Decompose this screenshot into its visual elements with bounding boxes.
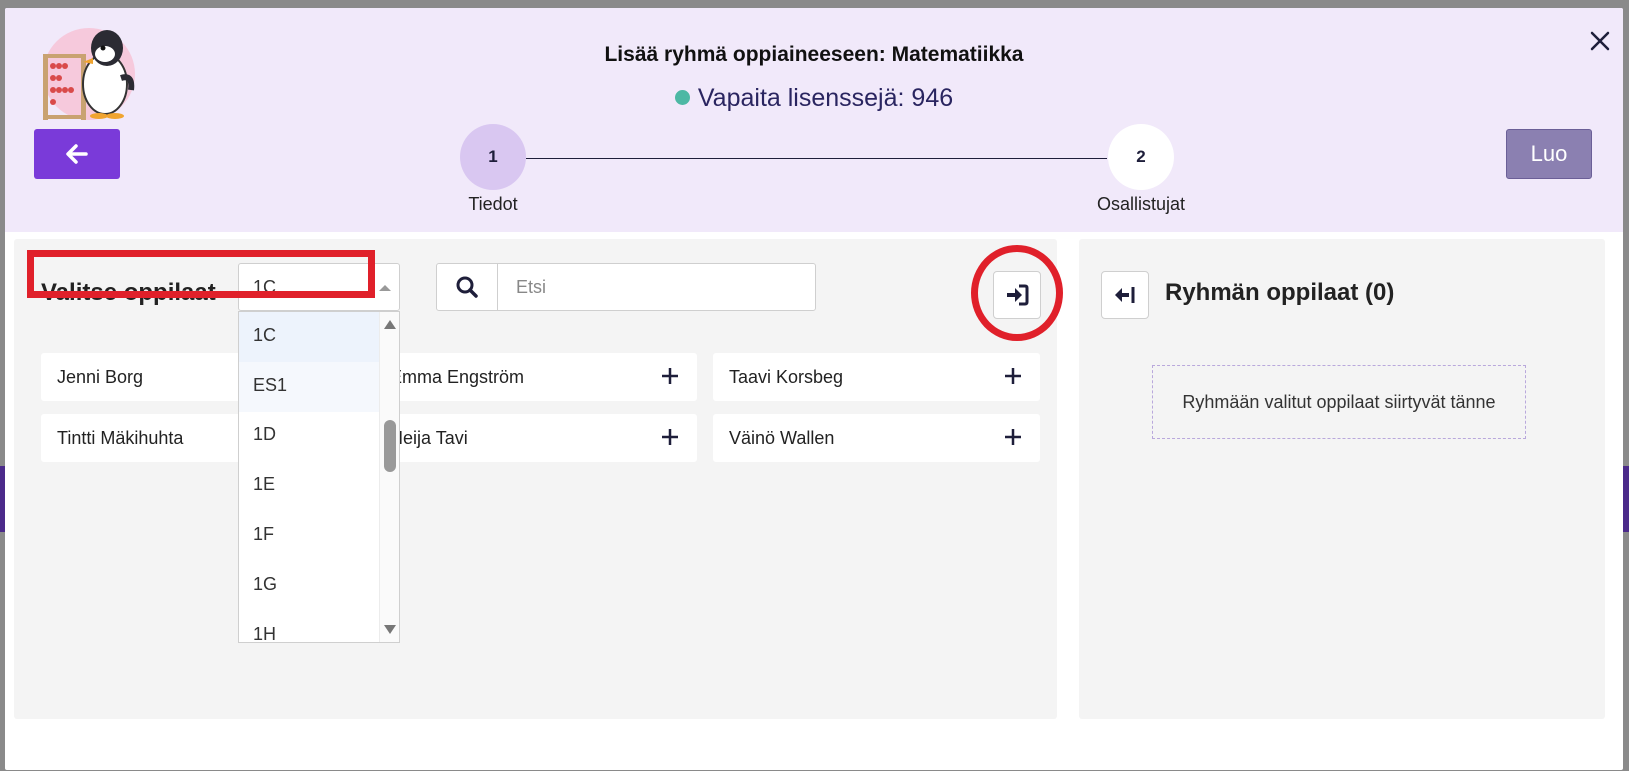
close-button[interactable] — [1585, 26, 1615, 56]
student-name: Jenni Borg — [57, 367, 144, 387]
student-picker-panel — [14, 239, 1057, 719]
class-option[interactable]: 1H — [239, 611, 381, 642]
search-icon — [456, 276, 478, 298]
student-name: Taavi Korsbeg — [729, 367, 844, 387]
dropdown-scrollbar[interactable] — [379, 312, 399, 642]
student-card[interactable]: Heija Tavi — [374, 414, 697, 462]
plus-icon — [662, 368, 678, 384]
add-student-button[interactable] — [655, 361, 685, 391]
caret-up-icon — [379, 285, 391, 291]
class-option[interactable]: 1E — [239, 461, 381, 511]
add-student-button[interactable] — [998, 422, 1028, 452]
plus-icon — [1005, 429, 1021, 445]
modal-title: Lisää ryhmä oppiaineeseen: Matematiikka — [604, 43, 1024, 66]
search-button[interactable] — [437, 264, 498, 310]
student-name: Väinö Wallen — [729, 428, 835, 448]
search-group — [436, 263, 816, 311]
student-card[interactable]: Väinö Wallen — [713, 414, 1040, 462]
scrollbar-thumb[interactable] — [384, 420, 396, 472]
free-licenses: Vapaita lisenssejä: 946 — [5, 84, 1623, 113]
add-student-button[interactable] — [655, 422, 685, 452]
step-1-indicator[interactable]: 1 — [460, 124, 526, 190]
class-option[interactable]: 1F — [239, 511, 381, 561]
class-option[interactable]: ES1 — [239, 362, 381, 412]
close-icon — [1590, 31, 1610, 51]
back-button[interactable] — [34, 129, 120, 179]
create-button[interactable]: Luo — [1506, 129, 1592, 179]
class-option[interactable]: 1D — [239, 411, 381, 461]
class-option[interactable]: 1G — [239, 561, 381, 611]
group-drop-zone[interactable]: Ryhmään valitut oppilaat siirtyvät tänne — [1152, 365, 1526, 439]
class-option[interactable]: 1C — [239, 312, 381, 362]
annotation-highlight-rectangle — [27, 250, 375, 298]
free-licenses-label: Vapaita lisenssejä: 946 — [697, 84, 954, 112]
move-all-back-button[interactable] — [1101, 271, 1149, 319]
student-card[interactable]: Taavi Korsbeg — [713, 353, 1040, 401]
group-students-title: Ryhmän oppilaat (0) — [1165, 279, 1395, 306]
drop-zone-text: Ryhmään valitut oppilaat siirtyvät tänne — [1182, 391, 1496, 412]
student-card[interactable]: Emma Engström — [374, 353, 697, 401]
add-student-button[interactable] — [998, 361, 1028, 391]
step-1-label: Tiedot — [468, 194, 518, 214]
plus-icon — [1005, 368, 1021, 384]
arrow-left-to-line-icon — [1115, 287, 1135, 303]
scroll-down-arrow-icon[interactable] — [384, 625, 396, 634]
student-name: Emma Engström — [390, 367, 525, 387]
step-2-label: Osallistujat — [1096, 194, 1186, 214]
class-select-dropdown: 1C ES1 1D 1E 1F 1G 1H — [238, 311, 400, 643]
status-dot-icon — [674, 90, 690, 105]
stepper-connector — [526, 158, 1107, 159]
modal-header: Lisää ryhmä oppiaineeseen: Matematiikka … — [5, 8, 1623, 232]
step-2-indicator[interactable]: 2 — [1108, 124, 1174, 190]
group-students-panel — [1079, 239, 1605, 719]
scroll-up-arrow-icon[interactable] — [384, 320, 396, 329]
annotation-highlight-circle — [971, 245, 1063, 341]
plus-icon — [662, 429, 678, 445]
arrow-left-icon — [66, 144, 88, 164]
search-input[interactable] — [498, 264, 815, 310]
student-name: Heija Tavi — [390, 428, 468, 448]
student-name: Tintti Mäkihuhta — [57, 428, 184, 448]
